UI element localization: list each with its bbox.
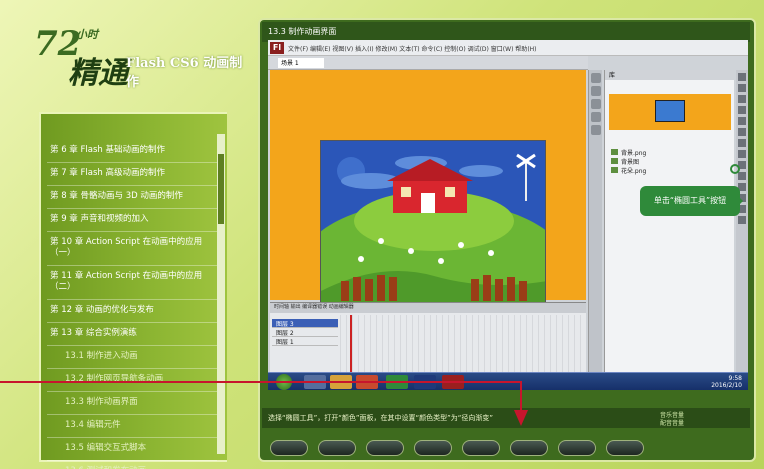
flash-logo-icon: Fl: [270, 42, 284, 54]
rectangle-tool-icon[interactable]: [738, 150, 746, 158]
tools-panel: [736, 70, 748, 388]
pen-tool-icon[interactable]: [738, 117, 746, 125]
library-item[interactable]: 背景图: [609, 157, 731, 166]
menu-items[interactable]: 文件(F) 编辑(E) 视图(V) 插入(I) 修改(M) 文本(T) 命令(C…: [288, 44, 537, 53]
chapter-list: 第 6 章 Flash 基础动画的制作第 7 章 Flash 高级动画的制作第 …: [47, 140, 217, 469]
voice-volume-label[interactable]: 配音音量: [660, 420, 684, 428]
logo-subtitle: Flash CS6 动画制作: [126, 56, 243, 90]
stage-area[interactable]: [270, 70, 586, 306]
library-item[interactable]: 花朵.png: [609, 166, 731, 175]
video-title: 13.3 制作动画界面: [262, 22, 750, 42]
section-item[interactable]: 13.1 制作进入动画: [47, 346, 217, 369]
brand-logo: 72 小时 精通 Flash CS6 动画制作: [28, 18, 248, 98]
annotation-line: [0, 381, 522, 383]
volume-controls: 音乐音量 配音音量: [660, 412, 684, 428]
chapter-scrollbar[interactable]: [217, 134, 225, 454]
edit-bar: 场景 1: [268, 56, 588, 70]
chapter-scroll-thumb[interactable]: [218, 154, 224, 224]
preview-thumbnail: [655, 100, 685, 122]
control-button-5[interactable]: [462, 440, 500, 456]
control-button-2[interactable]: [318, 440, 356, 456]
chapter-item[interactable]: 第 10 章 Action Script 在动画中的应用（一）: [47, 232, 217, 266]
logo-hours: 小时: [76, 28, 98, 41]
chapter-item[interactable]: 第 8 章 骨骼动画与 3D 动画的制作: [47, 186, 217, 209]
chapter-item[interactable]: 第 7 章 Flash 高级动画的制作: [47, 163, 217, 186]
clock-date: 2016/2/10: [711, 382, 742, 389]
chapter-item[interactable]: 第 6 章 Flash 基础动画的制作: [47, 140, 217, 163]
logo-jing: 精通: [68, 56, 128, 91]
free-transform-tool-icon[interactable]: [738, 95, 746, 103]
library-item[interactable]: 背景.png: [609, 148, 731, 157]
swatches-icon[interactable]: [591, 86, 601, 96]
chapter-item[interactable]: 第 11 章 Action Script 在动画中的应用（二）: [47, 266, 217, 300]
section-item[interactable]: 13.6 测试和发布动画: [47, 461, 217, 469]
chapter-item[interactable]: 第 13 章 综合实例演练: [47, 323, 217, 346]
section-item[interactable]: 13.5 编辑交互式脚本: [47, 438, 217, 461]
chapter-item[interactable]: 第 12 章 动画的优化与发布: [47, 300, 217, 323]
control-button-7[interactable]: [558, 440, 596, 456]
farm-illustration: [321, 141, 545, 305]
playhead[interactable]: [350, 315, 352, 375]
section-item[interactable]: 13.3 制作动画界面: [47, 392, 217, 415]
timeline-tabs[interactable]: 时间轴 输出 编译器错误 动画编辑器: [270, 303, 586, 313]
player-controls: [262, 438, 750, 458]
taskbar-clock: 9:58 2016/2/10: [711, 375, 742, 389]
chapter-item[interactable]: 第 9 章 声音和视频的加入: [47, 209, 217, 232]
line-tool-icon[interactable]: [738, 139, 746, 147]
control-button-6[interactable]: [510, 440, 548, 456]
info-icon[interactable]: [591, 112, 601, 122]
library-panel: 库 背景.png 背景图 花朵.png: [604, 70, 734, 388]
panel-icon-strip: [588, 70, 602, 388]
section-item[interactable]: 13.4 编辑元件: [47, 415, 217, 438]
menu-bar: Fl 文件(F) 编辑(E) 视图(V) 插入(I) 修改(M) 文本(T) 命…: [268, 40, 748, 56]
layer-row[interactable]: 图层 1: [272, 337, 338, 346]
text-tool-icon[interactable]: [738, 128, 746, 136]
instruction-callout: 单击“椭圆工具”按钮: [640, 186, 743, 216]
selection-tool-icon[interactable]: [738, 73, 746, 81]
transform-icon[interactable]: [591, 125, 601, 135]
subselection-tool-icon[interactable]: [738, 84, 746, 92]
library-tab[interactable]: 库: [605, 70, 734, 80]
annotation-arrow-icon: [514, 410, 528, 426]
clock-time: 9:58: [728, 375, 742, 382]
control-button-1[interactable]: [270, 440, 308, 456]
library-preview: [609, 94, 731, 130]
library-items: 背景.png 背景图 花朵.png: [609, 148, 731, 175]
control-button-4[interactable]: [414, 440, 452, 456]
control-button-3[interactable]: [366, 440, 404, 456]
lasso-tool-icon[interactable]: [738, 106, 746, 114]
pencil-tool-icon[interactable]: [738, 172, 746, 180]
layer-row[interactable]: 图层 2: [272, 328, 338, 337]
chapter-panel: 第 6 章 Flash 基础动画的制作第 7 章 Flash 高级动画的制作第 …: [39, 112, 227, 469]
farm-scene-image: [320, 140, 546, 306]
eraser-tool-icon[interactable]: [738, 216, 746, 224]
frame-grid[interactable]: [340, 315, 584, 375]
music-volume-label[interactable]: 音乐音量: [660, 412, 684, 420]
align-icon[interactable]: [591, 99, 601, 109]
scene-tab[interactable]: 场景 1: [278, 58, 324, 68]
color-icon[interactable]: [591, 73, 601, 83]
control-button-8[interactable]: [606, 440, 644, 456]
click-indicator: [730, 164, 740, 174]
annotation-line-vertical: [520, 381, 522, 411]
layer-row[interactable]: 图层 3: [272, 319, 338, 328]
layer-list: 图层 3 图层 2 图层 1: [272, 319, 338, 346]
